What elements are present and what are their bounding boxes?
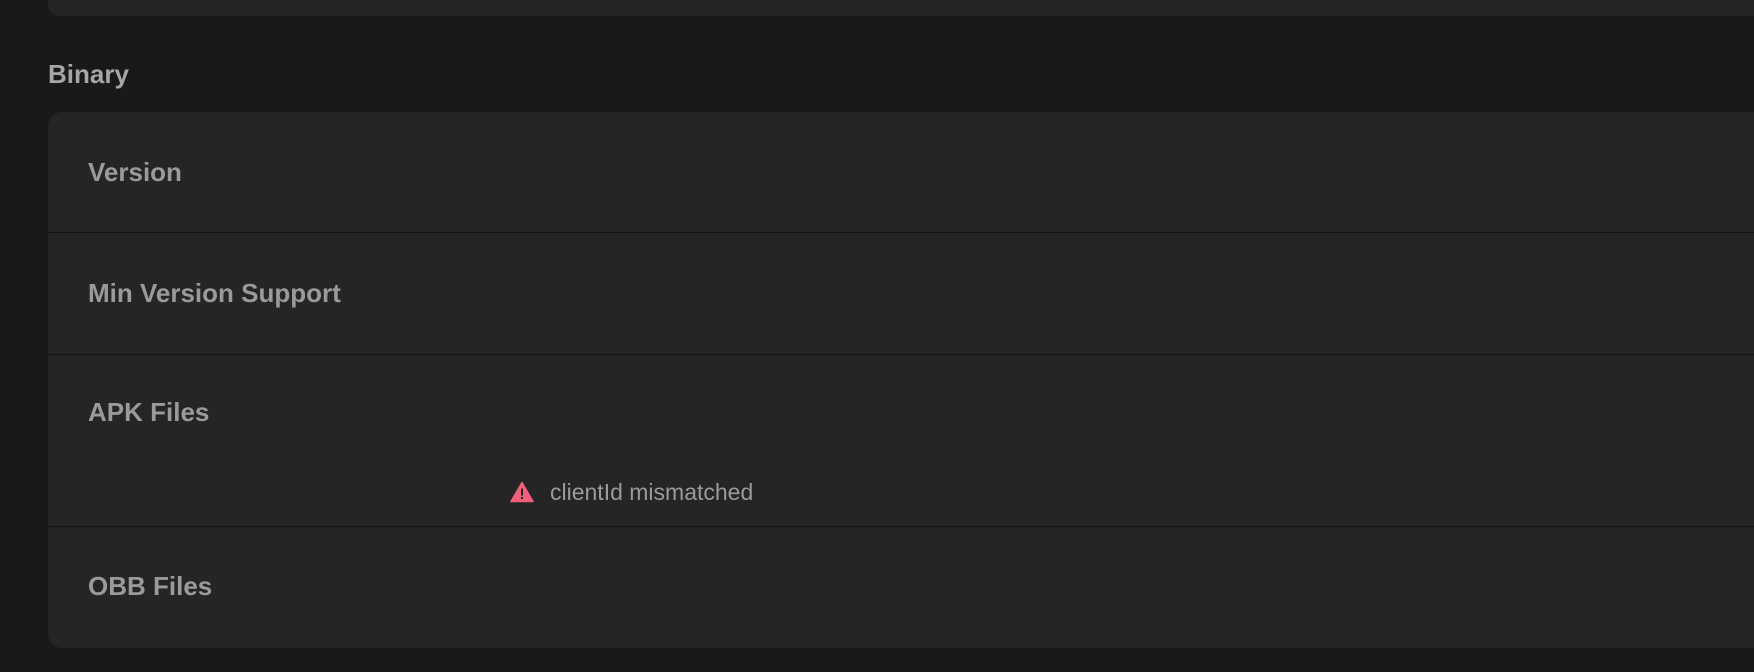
section-title: Binary <box>48 59 129 89</box>
binary-settings-card: Version Min Version Support APK Files cl… <box>48 112 1754 648</box>
obb-files-label: OBB Files <box>88 571 213 601</box>
version-label: Version <box>88 157 182 187</box>
warning-triangle-icon <box>510 481 534 503</box>
row-min-version-support: Min Version Support <box>48 233 1754 355</box>
min-version-support-label: Min Version Support <box>88 278 341 308</box>
row-apk-files: APK Files clientId mismatched <box>48 355 1754 527</box>
warning-text: clientId mismatched <box>550 479 754 505</box>
apk-warning-message: clientId mismatched <box>510 478 753 506</box>
apk-files-label: APK Files <box>88 397 210 427</box>
previous-section-card <box>48 0 1754 16</box>
page: Binary Version Min Version Support APK F… <box>0 0 1754 672</box>
row-obb-files: OBB Files <box>48 527 1754 648</box>
row-version: Version <box>48 112 1754 233</box>
